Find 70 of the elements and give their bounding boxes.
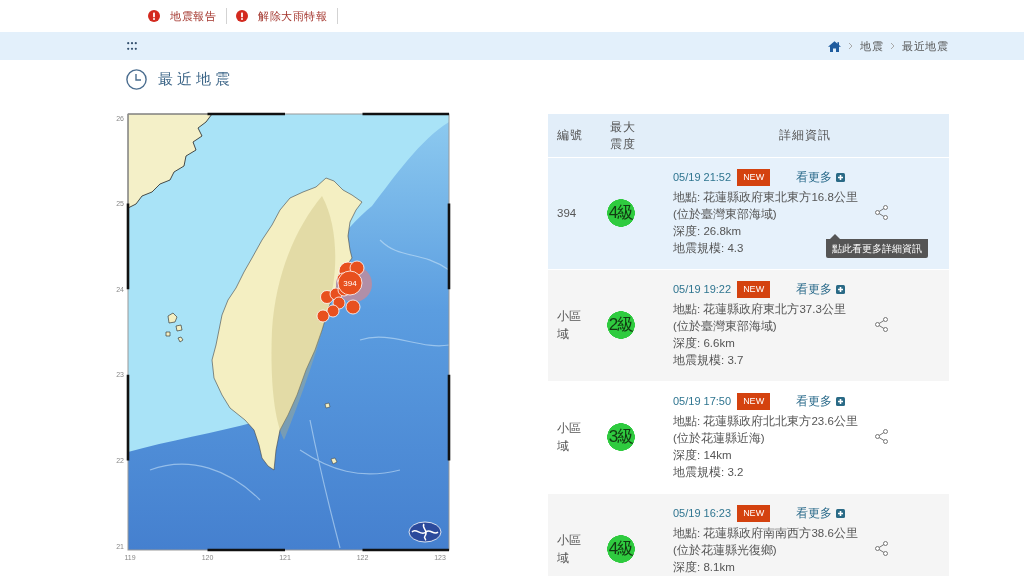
depth-text: 深度: 8.1km bbox=[673, 560, 735, 575]
depth-text: 深度: 26.8km bbox=[673, 224, 742, 239]
share-icon[interactable] bbox=[875, 317, 888, 332]
intensity-badge: 4級 bbox=[606, 199, 636, 227]
alert-link[interactable]: 解除大雨特報 bbox=[236, 8, 327, 24]
magnitude-text: 地震規模: 3.7 bbox=[673, 353, 744, 368]
menu-icon[interactable] bbox=[127, 42, 137, 50]
page-title: 最近地震 bbox=[158, 69, 234, 89]
more-link[interactable]: 看更多 bbox=[796, 169, 845, 185]
event-time: 05/19 21:52 bbox=[673, 171, 732, 183]
island-drawing bbox=[165, 312, 184, 343]
new-badge: NEW bbox=[737, 504, 771, 522]
epicenter-marker bbox=[316, 309, 330, 323]
column-header: 詳細資訊 bbox=[778, 127, 831, 144]
more-link[interactable]: 看更多 bbox=[796, 393, 845, 409]
event-time: 05/19 16:23 bbox=[673, 507, 732, 519]
share-icon[interactable] bbox=[875, 541, 888, 556]
location-text: 地點: 花蓮縣政府南南西方38.6公里 bbox=[673, 526, 858, 541]
chevron-icon bbox=[890, 42, 895, 50]
epicenter-marker bbox=[345, 299, 361, 315]
plus-icon bbox=[836, 396, 845, 406]
island-drawing bbox=[324, 402, 331, 409]
depth-text: 深度: 14km bbox=[673, 448, 732, 463]
breadcrumb-link[interactable]: 地震 bbox=[860, 38, 883, 54]
plus-icon bbox=[836, 284, 845, 294]
island-drawing bbox=[330, 457, 338, 465]
alert-icon bbox=[148, 10, 160, 22]
intensity-badge: 3級 bbox=[606, 423, 636, 451]
breadcrumb-current: 最近地震 bbox=[902, 38, 948, 54]
event-number: 394 bbox=[557, 206, 578, 221]
tooltip: 點此看更多詳細資訊 bbox=[826, 234, 928, 258]
event-number: 小區域 bbox=[557, 421, 581, 454]
event-number: 小區域 bbox=[557, 309, 581, 342]
event-time: 05/19 19:22 bbox=[673, 283, 732, 295]
clock-icon bbox=[126, 68, 147, 90]
location-text: 地點: 花蓮縣政府東北方37.3公里 bbox=[673, 302, 846, 317]
new-badge: NEW bbox=[737, 392, 771, 410]
more-link[interactable]: 看更多 bbox=[796, 505, 845, 521]
area-text: (位於花蓮縣近海) bbox=[673, 431, 765, 446]
new-badge: NEW bbox=[737, 280, 771, 298]
location-text: 地點: 花蓮縣政府東北東方16.8公里 bbox=[673, 190, 858, 205]
share-icon[interactable] bbox=[875, 429, 888, 444]
area-text: (位於臺灣東部海域) bbox=[673, 207, 777, 222]
more-link[interactable]: 看更多 bbox=[796, 281, 845, 297]
share-icon[interactable] bbox=[875, 205, 888, 220]
epicenter-marker bbox=[326, 304, 340, 318]
event-number: 小區域 bbox=[557, 533, 581, 566]
table-row[interactable]: 小區域 4級 05/19 16:23 NEW 看更多 地點: 花蓮縣政府南南西方38.6公里 (位於花蓮縣光復鄉) 深度: 8.1km bbox=[548, 494, 949, 576]
depth-text: 深度: 6.6km bbox=[673, 336, 735, 351]
intensity-badge: 4級 bbox=[606, 535, 636, 563]
table-row[interactable]: 394 4級 05/19 21:52 NEW 看更多 地點: 花蓮縣政府東北東方16.8公里 (位於臺灣東部海域) 深度: 26.8km 地震規模: 4.3 點此看更多詳細資訊 bbox=[548, 158, 949, 269]
event-time: 05/19 17:50 bbox=[673, 395, 732, 407]
home-icon[interactable] bbox=[828, 40, 841, 52]
column-header: 編號 bbox=[557, 127, 583, 144]
plus-icon bbox=[836, 508, 845, 518]
area-text: (位於臺灣東部海域) bbox=[673, 319, 777, 334]
new-badge: NEW bbox=[737, 168, 771, 186]
intensity-badge: 2級 bbox=[606, 311, 636, 339]
plus-icon bbox=[836, 172, 845, 182]
table-row[interactable]: 小區域 2級 05/19 19:22 NEW 看更多 地點: 花蓮縣政府東北方37.3公里 (位於臺灣東部海域) 深度: 6.6km 地震規模: 3.7 bbox=[548, 270, 949, 381]
alert-icon bbox=[236, 10, 248, 22]
magnitude-text: 地震規模: 3.2 bbox=[673, 465, 744, 480]
alert-link[interactable]: 地震報告 bbox=[148, 8, 216, 24]
column-header: 最大震度 bbox=[610, 118, 637, 153]
chevron-icon bbox=[848, 42, 853, 50]
magnitude-text: 地震規模: 4.3 bbox=[673, 241, 744, 256]
marker-label: 394 bbox=[343, 279, 357, 288]
area-text: (位於花蓮縣光復鄉) bbox=[673, 543, 777, 558]
location-text: 地點: 花蓮縣政府北北東方23.6公里 bbox=[673, 414, 858, 429]
emblem-icon bbox=[408, 521, 442, 543]
